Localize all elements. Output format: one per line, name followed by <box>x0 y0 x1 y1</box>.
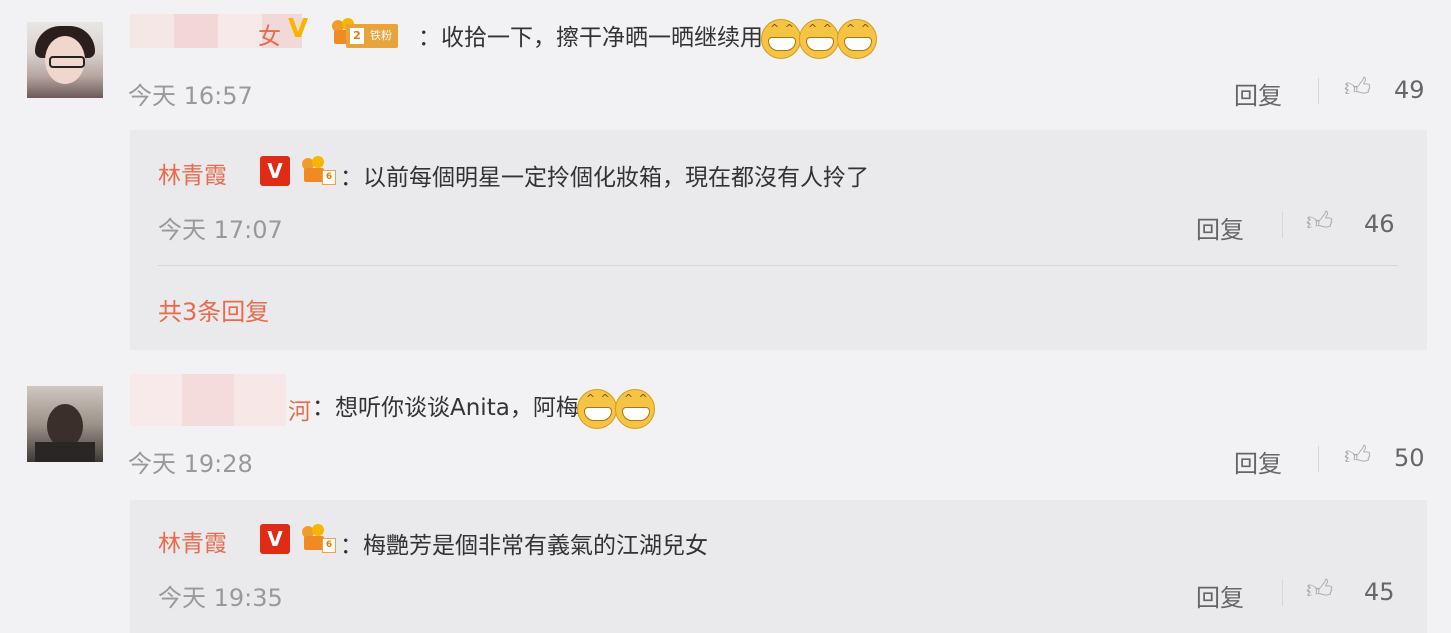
fan-level: 2 <box>350 28 364 44</box>
fan-badge-label: 铁粉 <box>370 29 392 42</box>
comment-text: ：想听你谈谈Anita，阿梅 <box>312 388 655 429</box>
reply-author-name[interactable]: 林青霞 <box>158 156 227 190</box>
level-badge-icon: 6 <box>300 524 336 553</box>
reply-button[interactable]: 回复 <box>1196 578 1244 613</box>
avatar[interactable] <box>27 386 103 462</box>
level-number: 6 <box>322 538 336 553</box>
grin-emoji-icon <box>837 18 877 59</box>
reply-text: ：梅艷芳是個非常有義氣的江湖兒女 <box>340 533 708 559</box>
like-count: 46 <box>1364 210 1395 238</box>
like-count: 50 <box>1394 444 1425 472</box>
reply-button[interactable]: 回复 <box>1234 76 1282 111</box>
red-v-icon: V <box>260 524 290 554</box>
comment-text: ：收拾一下，擦干净晒一晒继续用 <box>418 18 877 59</box>
reply-panel <box>130 500 1427 633</box>
thumbs-up-icon[interactable]: 👍︎ <box>1306 206 1333 237</box>
red-v-icon: V <box>260 156 290 186</box>
reply-time: 今天 17:07 <box>158 216 283 244</box>
like-count: 45 <box>1364 578 1395 606</box>
comment-author-name-tail[interactable]: 女 <box>258 17 281 51</box>
grin-emoji-icon <box>614 388 655 429</box>
reply-time: 今天 19:35 <box>158 584 283 612</box>
divider <box>1318 446 1319 472</box>
thumbs-up-icon[interactable]: 👍︎ <box>1344 72 1371 103</box>
divider <box>1318 78 1319 104</box>
thumbs-up-icon[interactable]: 👍︎ <box>1306 574 1333 605</box>
comment-time: 今天 19:28 <box>128 450 253 478</box>
reply-author-name[interactable]: 林青霞 <box>158 524 227 558</box>
comment-text-content: ：想听你谈谈Anita，阿梅 <box>312 395 579 421</box>
comment-text-content: ：收拾一下，擦干净晒一晒继续用 <box>418 25 763 51</box>
panel-divider <box>158 265 1398 266</box>
divider <box>1282 212 1283 238</box>
divider <box>1282 580 1283 606</box>
gold-v-icon: V <box>288 14 309 44</box>
grin-emoji-icon <box>761 18 801 59</box>
fan-badge: 2 铁粉 <box>346 24 398 48</box>
comment-author-name-tail[interactable]: 河 <box>288 392 311 426</box>
thumbs-up-icon[interactable]: 👍︎ <box>1344 440 1371 471</box>
avatar[interactable] <box>27 22 103 98</box>
reply-text: ：以前每個明星一定拎個化妝箱，現在都沒有人拎了 <box>340 165 869 191</box>
grin-emoji-icon <box>799 18 839 59</box>
level-badge-icon: 6 <box>300 156 336 185</box>
blurred-username <box>130 374 286 426</box>
reply-button[interactable]: 回复 <box>1234 444 1282 479</box>
like-count: 49 <box>1394 76 1425 104</box>
reply-button[interactable]: 回复 <box>1196 210 1244 245</box>
more-replies-link[interactable]: 共3条回复 <box>158 292 269 327</box>
level-number: 6 <box>322 170 336 185</box>
comment-time: 今天 16:57 <box>128 82 253 110</box>
grin-emoji-icon <box>576 388 617 429</box>
